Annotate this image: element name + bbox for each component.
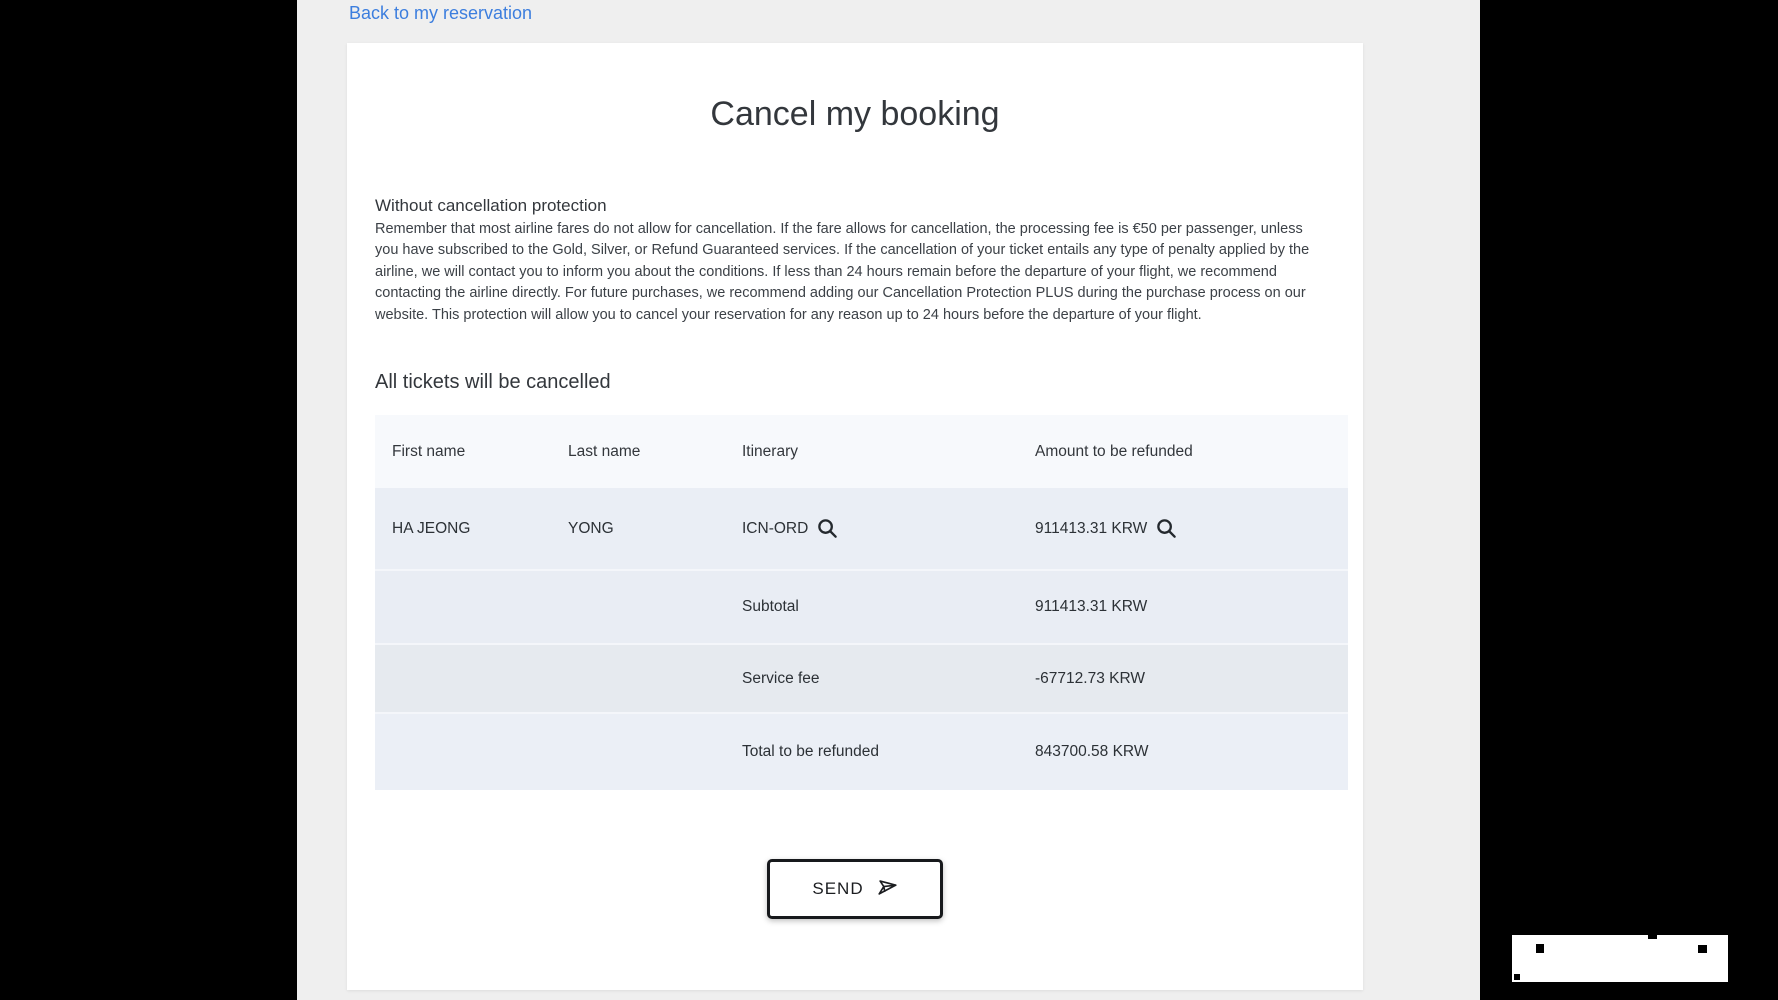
info-paragraph: Remember that most airline fares do not … — [375, 219, 1325, 326]
total-row: Total to be refunded 843700.58 KRW — [375, 714, 1348, 790]
header-last-name: Last name — [568, 443, 742, 461]
passenger-refund-amount: 911413.31 KRW — [1035, 520, 1147, 538]
magnifier-icon — [816, 517, 839, 540]
render-artifact-box — [1512, 935, 1728, 982]
total-value: 843700.58 KRW — [1035, 743, 1348, 761]
service-fee-label: Service fee — [742, 670, 1035, 688]
subtotal-label: Subtotal — [742, 598, 1035, 616]
subtotal-row: Subtotal 911413.31 KRW — [375, 571, 1348, 643]
table-header-row: First name Last name Itinerary Amount to… — [375, 415, 1348, 488]
header-amount: Amount to be refunded — [1035, 443, 1348, 461]
back-to-reservation-link[interactable]: Back to my reservation — [349, 3, 532, 24]
total-label: Total to be refunded — [742, 743, 1035, 761]
service-fee-value: -67712.73 KRW — [1035, 670, 1348, 688]
passenger-itinerary: ICN-ORD — [742, 520, 808, 538]
info-heading: Without cancellation protection — [375, 196, 607, 216]
passenger-first-name: HA JEONG — [392, 520, 568, 538]
letterbox-left — [0, 0, 297, 1000]
service-fee-row: Service fee -67712.73 KRW — [375, 645, 1348, 712]
header-itinerary: Itinerary — [742, 443, 1035, 461]
send-button[interactable]: SEND — [767, 859, 943, 919]
page-title: Cancel my booking — [347, 95, 1363, 134]
section-heading: All tickets will be cancelled — [375, 371, 611, 394]
header-first-name: First name — [392, 443, 568, 461]
passenger-last-name: YONG — [568, 520, 742, 538]
magnifier-icon — [1155, 517, 1178, 540]
paper-plane-icon — [876, 876, 898, 903]
cancel-booking-card: Cancel my booking Without cancellation p… — [347, 43, 1363, 990]
passenger-row: HA JEONG YONG ICN-ORD 911413.31 KRW — [375, 488, 1348, 569]
subtotal-value: 911413.31 KRW — [1035, 598, 1348, 616]
letterbox-right — [1480, 0, 1778, 1000]
send-button-label: SEND — [812, 879, 863, 899]
itinerary-details-button[interactable] — [816, 517, 839, 540]
refund-table: First name Last name Itinerary Amount to… — [375, 415, 1348, 790]
amount-details-button[interactable] — [1155, 517, 1178, 540]
